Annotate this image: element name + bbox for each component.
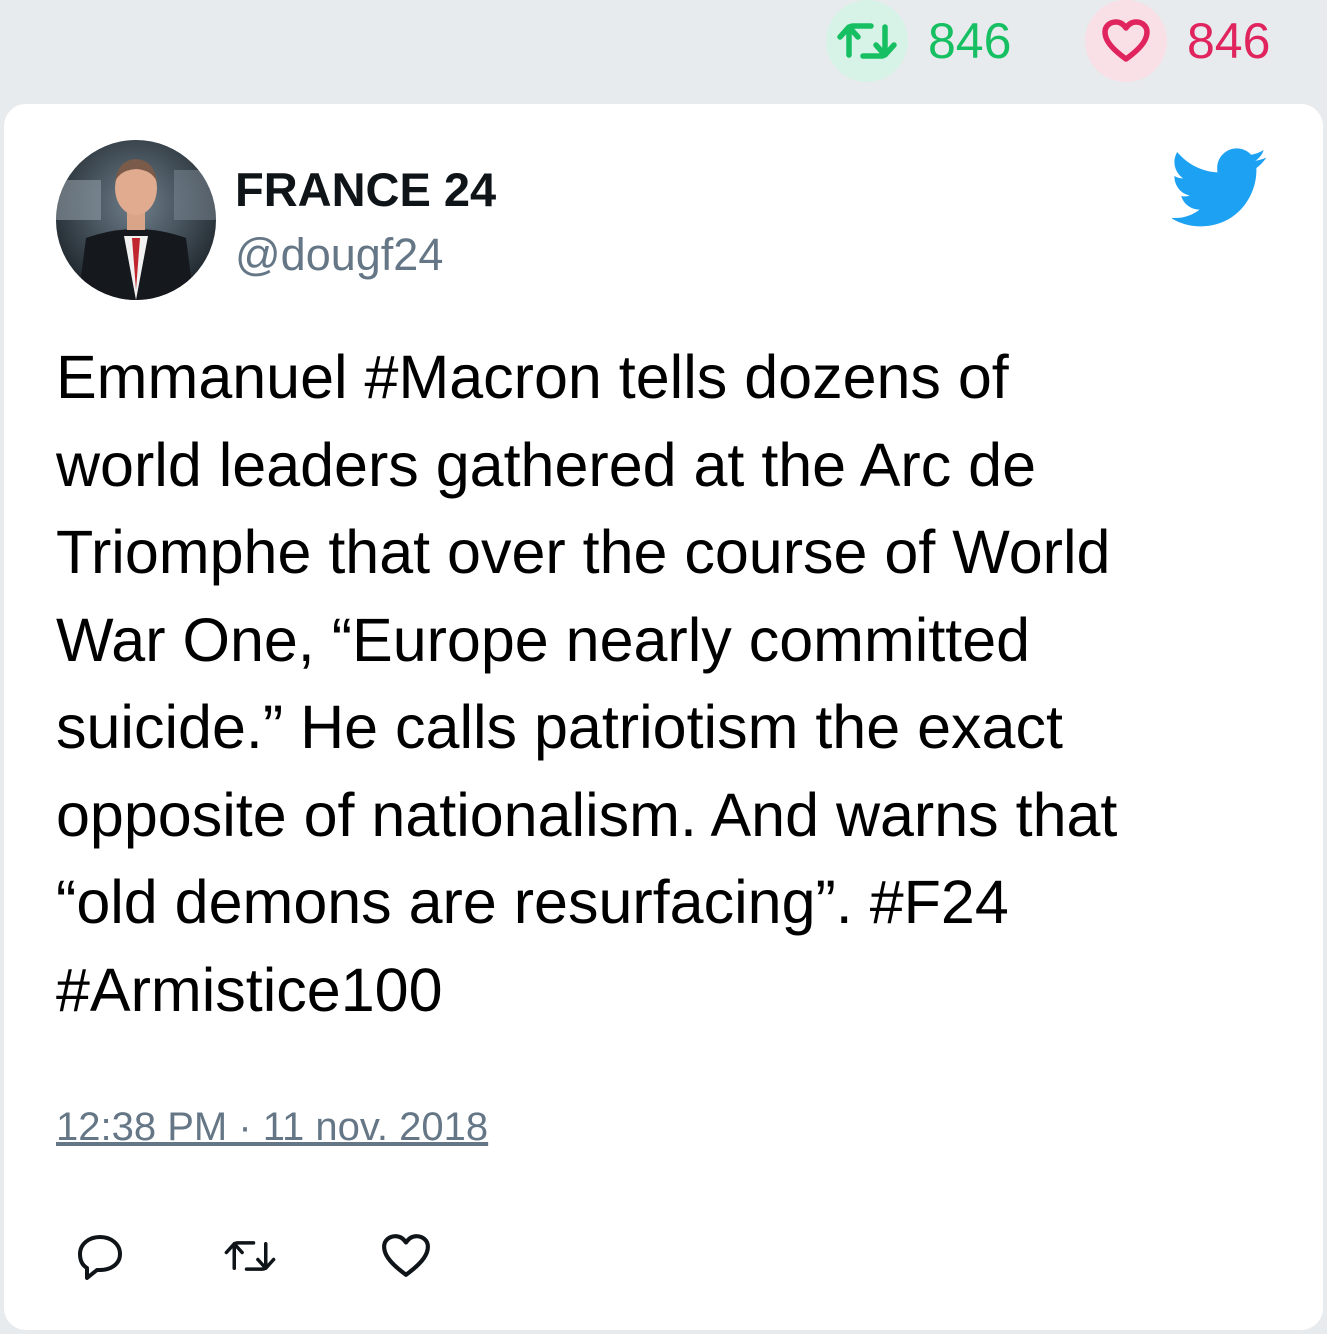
like-stat[interactable]: 846 bbox=[1085, 0, 1270, 82]
author-handle[interactable]: @dougf24 bbox=[235, 232, 443, 277]
retweet-count: 846 bbox=[928, 13, 1012, 69]
tweet-timestamp[interactable]: 12:38 PM · 11 nov. 2018 bbox=[56, 1107, 488, 1147]
tweet-text: Emmanuel #Macron tells dozens of world l… bbox=[56, 343, 1118, 1024]
like-count: 846 bbox=[1187, 13, 1271, 69]
reply-icon[interactable] bbox=[72, 1228, 128, 1284]
retweet-action-icon[interactable] bbox=[222, 1228, 278, 1284]
twitter-bird-icon[interactable] bbox=[1170, 148, 1268, 228]
heart-icon[interactable] bbox=[1085, 0, 1167, 82]
avatar[interactable] bbox=[56, 140, 216, 300]
retweet-icon[interactable] bbox=[826, 0, 908, 82]
stats-bar: 846 846 bbox=[0, 0, 1327, 104]
author-name[interactable]: FRANCE 24 bbox=[235, 166, 496, 213]
tweet-card: FRANCE 24 @dougf24 Emmanuel #Macron tell… bbox=[4, 104, 1323, 1330]
like-action-icon[interactable] bbox=[378, 1228, 434, 1284]
retweet-stat[interactable]: 846 bbox=[826, 0, 1011, 82]
